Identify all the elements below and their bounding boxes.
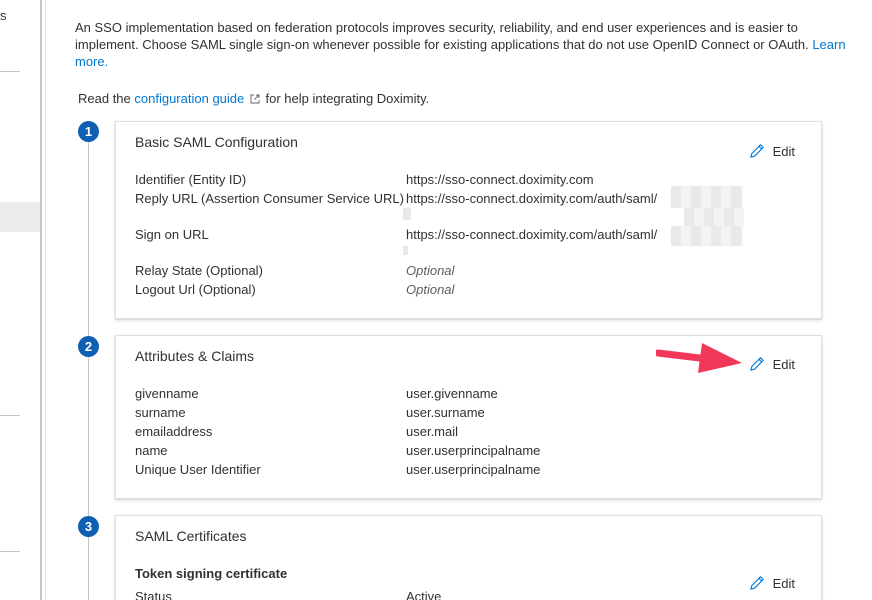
row-key: name <box>135 443 168 458</box>
row-key: Logout Url (Optional) <box>135 282 256 297</box>
row-key: surname <box>135 405 186 420</box>
row-value: Optional <box>406 263 455 278</box>
intro-text: An SSO implementation based on federatio… <box>75 20 809 52</box>
sidebar-scrollbar[interactable] <box>40 0 42 600</box>
sidebar-divider <box>0 551 20 552</box>
row-key: Reply URL (Assertion Consumer Service UR… <box>135 191 404 206</box>
row-value: Active <box>406 589 442 600</box>
card-title: SAML Certificates <box>135 528 247 544</box>
card-title: Attributes & Claims <box>135 348 255 364</box>
table-row: givenname user.givenname <box>135 385 815 403</box>
edit-basic-saml-button[interactable]: Edit <box>749 143 795 159</box>
redacted-area <box>403 208 411 220</box>
row-value: https://sso-connect.doximity.com <box>406 172 594 187</box>
step-badge: 2 <box>78 336 99 357</box>
row-key: Unique User Identifier <box>135 462 261 477</box>
edit-attributes-button[interactable]: Edit <box>749 356 795 372</box>
step-badge: 3 <box>78 516 99 537</box>
annotation-arrow-icon <box>656 343 742 373</box>
row-key: Sign on URL <box>135 227 209 242</box>
intro-paragraph: An SSO implementation based on federatio… <box>75 19 865 70</box>
external-link-icon <box>250 94 260 104</box>
guide-prefix: Read the <box>78 91 131 106</box>
row-value: https://sso-connect.doximity.com/auth/sa… <box>406 227 658 242</box>
sidebar-text-fragment: s <box>0 8 7 23</box>
token-signing-heading: Token signing certificate <box>135 566 288 581</box>
row-value: user.userprincipalname <box>406 443 541 458</box>
guide-suffix: for help integrating Doximity. <box>265 91 430 106</box>
left-sidebar: s <box>0 0 40 600</box>
row-value: user.surname <box>406 405 485 420</box>
pencil-icon <box>749 144 764 158</box>
row-value: user.mail <box>406 424 459 439</box>
basic-saml-configuration-card: Basic SAML Configuration Edit Identifier… <box>115 121 822 319</box>
sidebar-selected-item[interactable] <box>0 202 40 232</box>
main-content: An SSO implementation based on federatio… <box>46 0 872 600</box>
table-row: surname user.surname <box>135 404 815 422</box>
row-value: user.userprincipalname <box>406 462 541 477</box>
edit-label: Edit <box>772 143 795 159</box>
configuration-guide-link[interactable]: configuration guide <box>134 91 244 106</box>
card-title: Basic SAML Configuration <box>135 134 298 150</box>
sidebar-divider <box>0 71 20 72</box>
sidebar-divider <box>0 415 20 416</box>
table-row: Unique User Identifier user.userprincipa… <box>135 461 815 479</box>
table-row: emailaddress user.mail <box>135 423 815 441</box>
row-key: Relay State (Optional) <box>135 263 263 278</box>
row-key: Identifier (Entity ID) <box>135 172 247 187</box>
row-value: user.givenname <box>406 386 498 401</box>
row-key: emailaddress <box>135 424 213 439</box>
row-value: Optional <box>406 282 455 297</box>
redacted-area <box>671 226 743 246</box>
pencil-icon <box>749 357 764 371</box>
table-row: Status Active <box>135 588 815 600</box>
redacted-area <box>684 208 744 226</box>
edit-label: Edit <box>772 356 795 372</box>
saml-certificates-card: SAML Certificates Token signing certific… <box>115 515 822 600</box>
redacted-area <box>671 186 743 208</box>
guide-line: Read the configuration guide for help in… <box>78 91 429 106</box>
table-row: Relay State (Optional) Optional <box>135 262 815 280</box>
row-key: givenname <box>135 386 199 401</box>
table-row: Logout Url (Optional) Optional <box>135 281 815 299</box>
row-key: Status <box>135 589 172 600</box>
table-row: name user.userprincipalname <box>135 442 815 460</box>
row-value: https://sso-connect.doximity.com/auth/sa… <box>406 191 658 206</box>
redacted-area <box>403 246 408 255</box>
step-badge: 1 <box>78 121 99 142</box>
